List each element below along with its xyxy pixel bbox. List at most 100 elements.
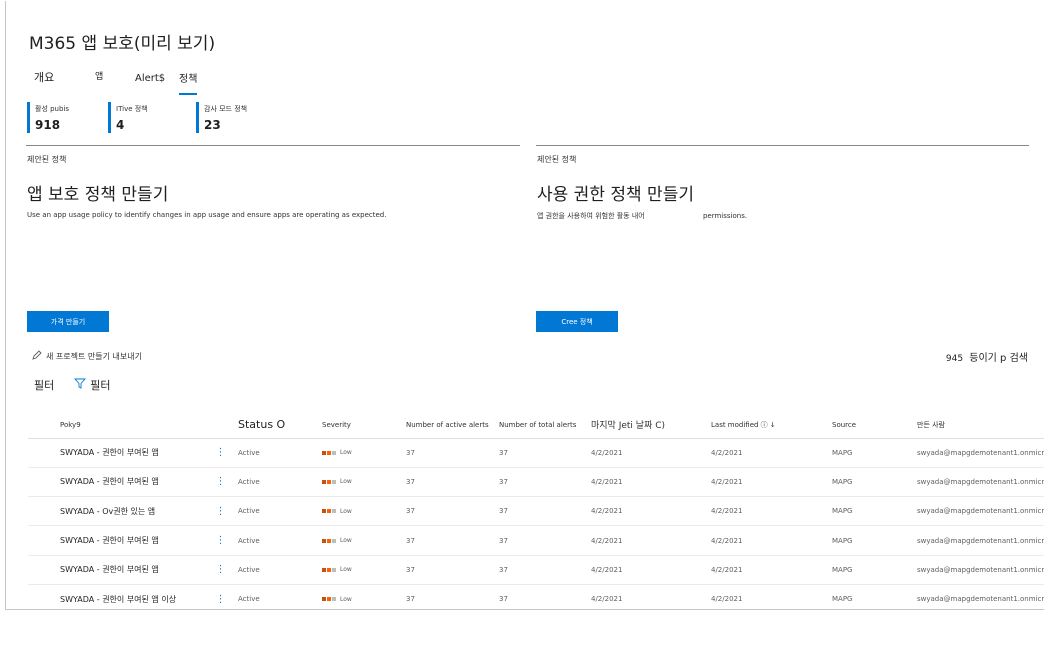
table-row[interactable]: SWYADA - 권한이 부여된 앱 ⋮ Active Low 37 37 4/2/2021… (28, 525, 1044, 556)
tab-apps[interactable]: 앱 (95, 69, 103, 82)
total-alerts-cell: 37 (499, 496, 591, 527)
policy-name-cell[interactable]: SWYADA - 권한이 부여된 앱 이상 (28, 584, 203, 609)
severity-bar-icon (322, 509, 326, 514)
last-modified-cell: 4/2/2021 (711, 467, 832, 498)
filter-button-label: 필터 (90, 379, 111, 392)
last-modified-cell: 4/2/2021 (711, 525, 832, 556)
column-header-severity[interactable]: Severity (322, 412, 406, 439)
total-alerts-cell: 37 (499, 584, 591, 609)
severity-bar-icon (332, 597, 336, 602)
source-cell: MAPG (832, 496, 917, 527)
last-alert-cell: 4/2/2021 (591, 525, 711, 556)
column-header-created-by[interactable]: 만든 사람 (917, 412, 1044, 439)
column-header-last-alert[interactable]: 마지막 Jeti 날짜 C) (591, 412, 711, 439)
source-cell: MAPG (832, 467, 917, 498)
card-label: 제안된 정책 (27, 155, 67, 164)
status-cell: Active (238, 438, 322, 468)
column-header-status[interactable]: Status O (238, 412, 322, 439)
source-cell: MAPG (832, 584, 917, 609)
created-by-cell: swyada@mapgdemotenant1.onmicr (917, 584, 1044, 609)
more-vertical-icon[interactable]: ⋮ (203, 467, 238, 498)
policy-name-cell[interactable]: SWYADA - 권한이 부여된 앱 (28, 467, 203, 498)
severity-bar-icon (327, 450, 331, 455)
funnel-icon (74, 378, 87, 392)
created-by-cell: swyada@mapgdemotenant1.onmicr (917, 555, 1044, 585)
table-row[interactable]: SWYADA - 권한이 부여된 앱 ⋮ Active Low 37 37 4/2/2021… (28, 467, 1044, 498)
card-title: 앱 보호 정책 만들기 (27, 185, 169, 205)
severity-bar-icon (332, 567, 336, 572)
severity-label: Low (340, 595, 352, 603)
more-vertical-icon[interactable]: ⋮ (203, 438, 238, 468)
severity-cell: Low (322, 555, 406, 585)
tab-overview[interactable]: 개요 (34, 69, 54, 85)
item-count: 945 (945, 354, 964, 364)
active-alerts-cell: 37 (406, 496, 499, 527)
table-row[interactable]: SWYADA - 권한이 부여된 앱 ⋮ Active Low 37 37 4/2/2021… (28, 438, 1044, 468)
status-cell: Active (238, 555, 322, 585)
policy-name-cell[interactable]: SWYADA - Ov권한 있는 앱 (28, 496, 203, 527)
last-alert-cell: 4/2/2021 (591, 555, 711, 585)
filter-button[interactable]: 필터 (74, 377, 111, 393)
policy-name-cell[interactable]: SWYADA - 권한이 부여된 앱 (28, 438, 203, 468)
search-box[interactable]: 945 등이기 p 검색 (946, 349, 1028, 364)
source-cell: MAPG (832, 555, 917, 585)
table-row[interactable]: SWYADA - 권한이 부여된 앱 이상 ⋮ Active Low 37 37 4/2/2… (28, 584, 1044, 609)
stat-value: 918 (35, 118, 61, 132)
last-modified-cell: 4/2/2021 (711, 584, 832, 609)
severity-bar-icon (327, 538, 331, 543)
table-row[interactable]: SWYADA - 권한이 부여된 앱 ⋮ Active Low 37 37 4/2/2021… (28, 555, 1044, 585)
created-by-cell: swyada@mapgdemotenant1.onmicr (917, 467, 1044, 498)
new-policy-command[interactable]: 새 프로젝트 만들기 내보내기 (32, 350, 142, 362)
last-alert-cell: 4/2/2021 (591, 584, 711, 609)
create-permission-policy-button[interactable]: Cree 정책 (536, 311, 618, 332)
status-cell: Active (238, 496, 322, 527)
created-by-cell: swyada@mapgdemotenant1.onmicr (917, 438, 1044, 468)
severity-bar-icon (322, 567, 326, 572)
column-header-source[interactable]: Source (832, 412, 917, 439)
severity-bar-icon (327, 597, 331, 602)
card-description: 앱 권한을 사용하여 위험한 활동 내어 permissions. (537, 211, 747, 221)
tab-policies[interactable]: 정책 (179, 70, 198, 95)
active-alerts-cell: 37 (406, 438, 499, 468)
create-app-policy-button[interactable]: 가격 만들기 (27, 311, 109, 332)
table-header-row: Poky9 Status O Severity Number of active… (28, 412, 1044, 439)
more-vertical-icon[interactable]: ⋮ (203, 555, 238, 585)
column-header-last-modified[interactable]: Last modified ⓘ ↓ (711, 412, 832, 439)
policy-name-cell[interactable]: SWYADA - 권한이 부여된 앱 (28, 525, 203, 556)
stat-label: 감사 모드 정책 (204, 105, 248, 113)
card-label: 제안된 정책 (537, 155, 577, 164)
stat-inactive-policies: ITive 정책 4 (108, 102, 148, 133)
more-vertical-icon[interactable]: ⋮ (203, 584, 238, 609)
status-cell: Active (238, 584, 322, 609)
severity-label: Low (340, 478, 352, 486)
stat-label: 활성 pubis (35, 105, 70, 113)
source-cell: MAPG (832, 525, 917, 556)
more-vertical-icon[interactable]: ⋮ (203, 496, 238, 527)
severity-bar-icon (332, 479, 336, 484)
card-title: 사용 권한 정책 만들기 (537, 185, 694, 205)
severity-cell: Low (322, 438, 406, 468)
column-header-total-alerts[interactable]: Number of total alerts (499, 412, 591, 439)
severity-bar-icon (322, 450, 326, 455)
active-alerts-cell: 37 (406, 584, 499, 609)
column-header-active-alerts[interactable]: Number of active alerts (406, 412, 499, 439)
stat-audit-policies: 감사 모드 정책 23 (196, 102, 247, 133)
severity-label: Low (340, 566, 352, 574)
last-alert-cell: 4/2/2021 (591, 496, 711, 527)
severity-cell: Low (322, 584, 406, 609)
total-alerts-cell: 37 (499, 555, 591, 585)
active-alerts-cell: 37 (406, 555, 499, 585)
filter-label: 필터 (34, 379, 55, 392)
source-cell: MAPG (832, 438, 917, 468)
severity-bar-icon (332, 538, 336, 543)
severity-bar-icon (327, 479, 331, 484)
column-header-policy[interactable]: Poky9 (28, 412, 203, 439)
tab-alerts[interactable]: Alert$ (135, 73, 165, 84)
active-alerts-cell: 37 (406, 467, 499, 498)
severity-bar-icon (327, 509, 331, 514)
policy-name-cell[interactable]: SWYADA - 권한이 부여된 앱 (28, 555, 203, 585)
total-alerts-cell: 37 (499, 467, 591, 498)
severity-bar-icon (332, 450, 336, 455)
table-row[interactable]: SWYADA - Ov권한 있는 앱 ⋮ Active Low 37 37 4/2/2021… (28, 496, 1044, 527)
more-vertical-icon[interactable]: ⋮ (203, 525, 238, 556)
